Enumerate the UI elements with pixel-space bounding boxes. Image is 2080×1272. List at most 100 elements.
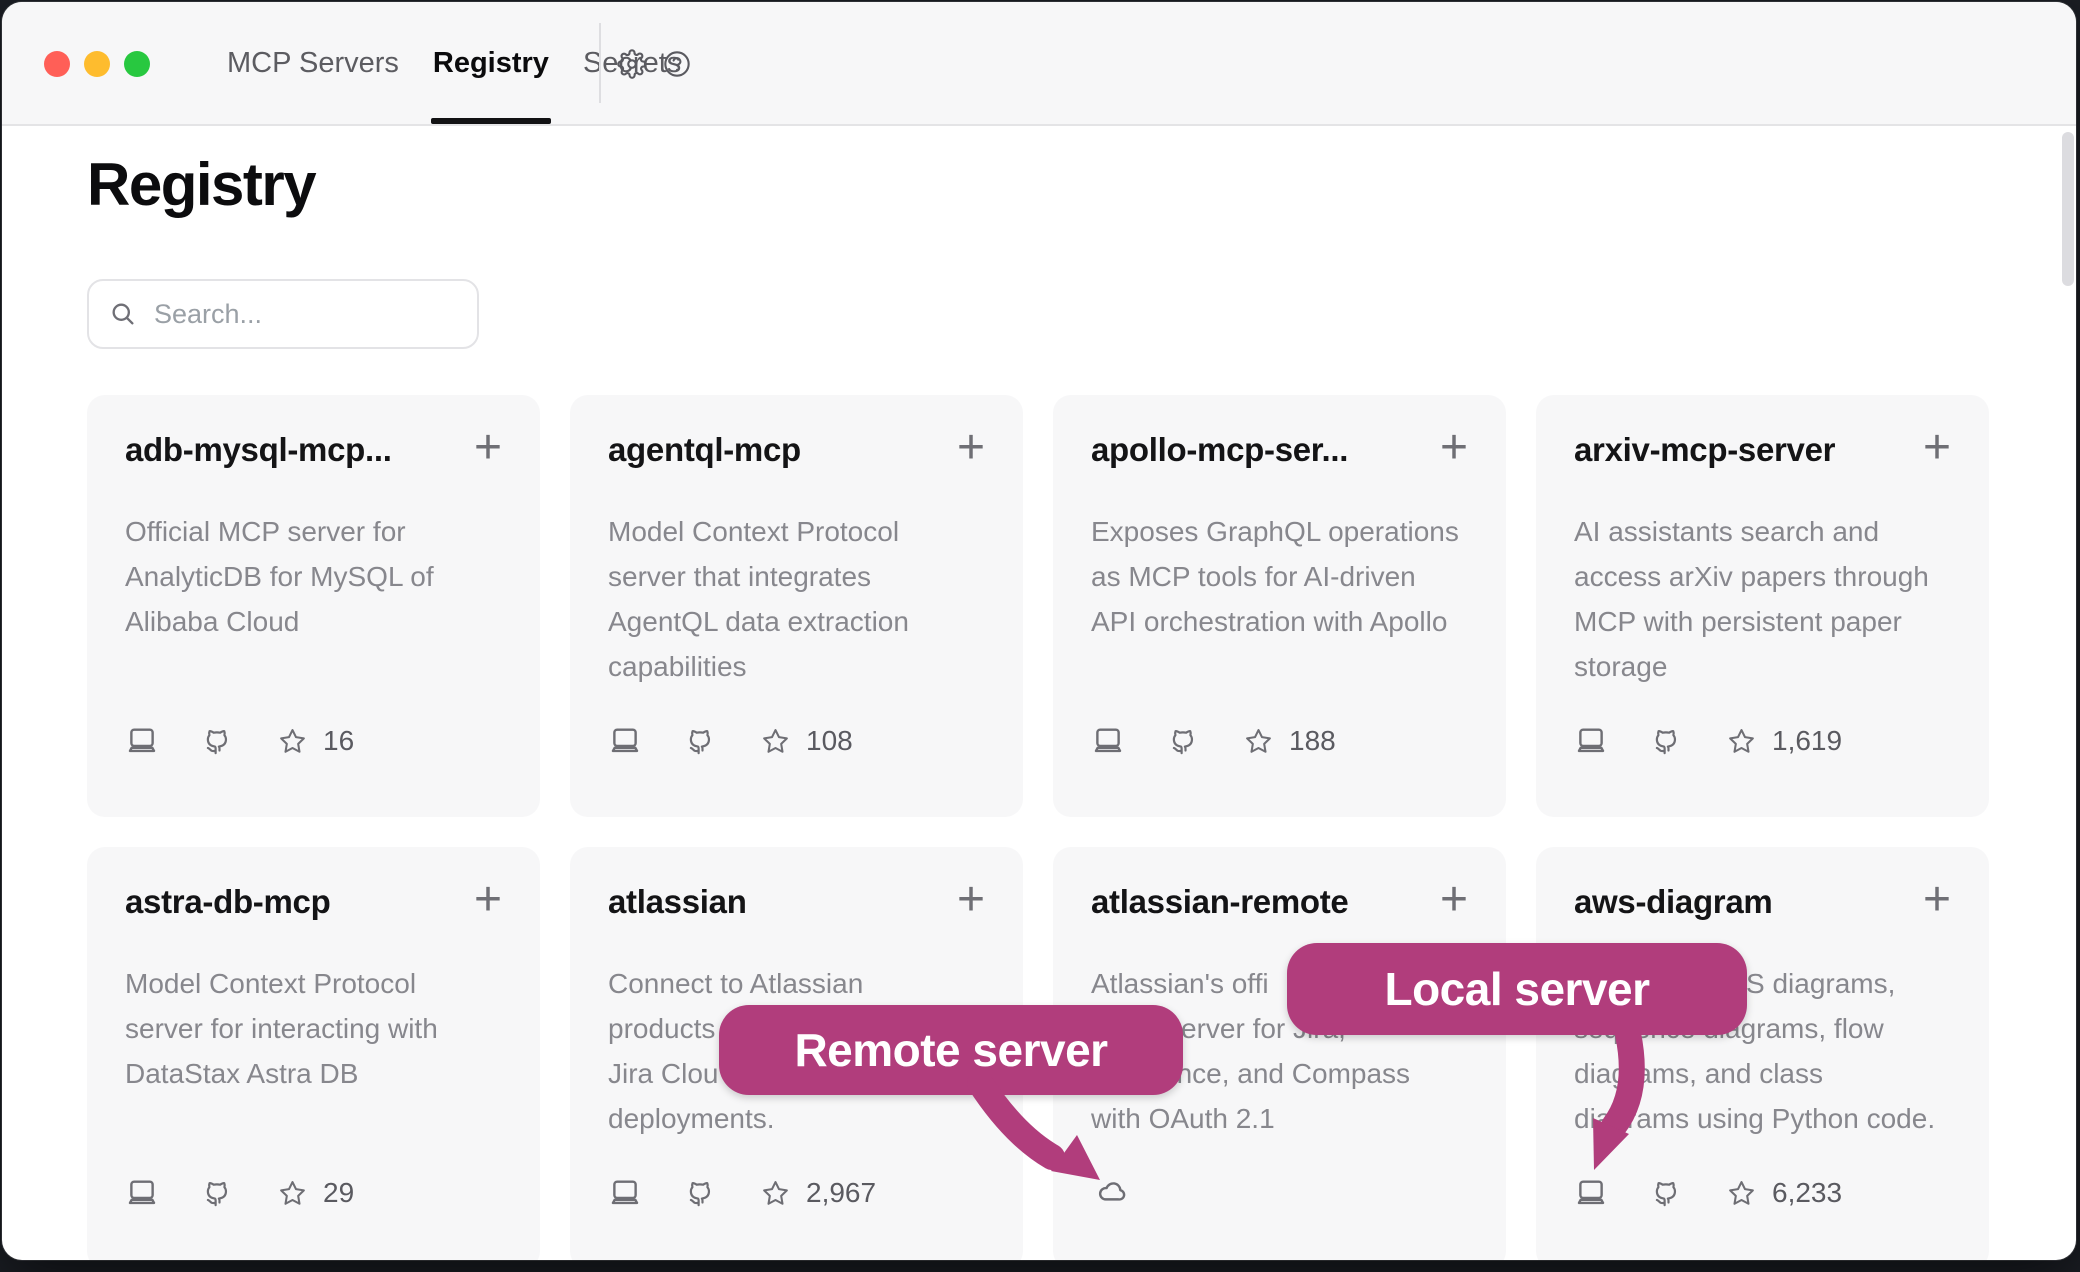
page-title: Registry [87,150,315,219]
star-icon [1727,1179,1756,1208]
laptop-icon [1574,724,1608,758]
github-icon [204,726,235,757]
server-name: agentql-mcp [608,431,801,469]
description-line: deployments. [608,1096,985,1141]
star-icon [278,1179,307,1208]
server-footer: 1,619 [1574,723,1951,759]
star-count: 2,967 [806,1177,876,1209]
star-icon [1244,727,1273,756]
server-footer: 108 [608,723,985,759]
help-circle-icon[interactable] [663,50,691,78]
star-icon [278,727,307,756]
add-server-button[interactable]: + [957,885,985,915]
settings-gear-icon[interactable] [617,49,647,79]
server-card: adb-mysql-mcp... + Official MCP server f… [87,395,540,817]
server-name: atlassian-remote [1091,883,1348,921]
close-button[interactable] [44,51,70,77]
server-description: Model Context Protocolserver for interac… [125,961,502,1096]
server-footer: 29 [125,1175,502,1211]
toolbar-divider [599,23,601,103]
server-name: arxiv-mcp-server [1574,431,1835,469]
description-line: API orchestration with Apollo [1091,599,1468,644]
laptop-icon [125,724,159,758]
tab-mcp-servers[interactable]: MCP Servers [227,2,399,124]
server-name: apollo-mcp-ser... [1091,431,1348,469]
description-line: AgentQL data extraction [608,599,985,644]
description-line: capabilities [608,644,985,689]
server-card: agentql-mcp + Model Context Protocolserv… [570,395,1023,817]
server-name: aws-diagram [1574,883,1772,921]
server-name: astra-db-mcp [125,883,330,921]
description-line: storage [1574,644,1951,689]
description-line: Model Context Protocol [125,961,502,1006]
server-description: Exposes GraphQL operationsas MCP tools f… [1091,509,1468,644]
description-line: server that integrates [608,554,985,599]
description-line: Model Context Protocol [608,509,985,554]
star-count: 29 [323,1177,354,1209]
server-card: apollo-mcp-ser... + Exposes GraphQL oper… [1053,395,1506,817]
add-server-button[interactable]: + [1923,433,1951,463]
server-footer: 2,967 [608,1175,985,1211]
add-server-button[interactable]: + [474,885,502,915]
server-name: atlassian [608,883,747,921]
server-footer [1091,1175,1468,1211]
titlebar: MCP Servers Registry Secrets [2,2,2076,126]
server-description: Official MCP server forAnalyticDB for My… [125,509,502,644]
description-line: server for interacting with [125,1006,502,1051]
star-icon [1727,727,1756,756]
description-line: Connect to Atlassian [608,961,985,1006]
app-window: MCP Servers Registry Secrets Registry [2,2,2076,1260]
add-server-button[interactable]: + [474,433,502,463]
server-name: adb-mysql-mcp... [125,431,392,469]
description-line: Alibaba Cloud [125,599,502,644]
server-footer: 6,233 [1574,1175,1951,1211]
zoom-button[interactable] [124,51,150,77]
search-input[interactable] [152,298,456,331]
github-icon [1653,726,1684,757]
add-server-button[interactable]: + [1440,885,1468,915]
description-line: as MCP tools for AI-driven [1091,554,1468,599]
laptop-icon [1574,1176,1608,1210]
local-server-callout: Local server [1287,943,1747,1035]
server-card: arxiv-mcp-server + AI assistants search … [1536,395,1989,817]
description-line: access arXiv papers through [1574,554,1951,599]
server-description: Model Context Protocolserver that integr… [608,509,985,689]
server-description: AI assistants search andaccess arXiv pap… [1574,509,1951,689]
add-server-button[interactable]: + [957,433,985,463]
tab-bar: MCP Servers Registry Secrets [227,2,681,124]
github-icon [687,726,718,757]
laptop-icon [608,724,642,758]
star-count: 108 [806,725,853,757]
description-line: AnalyticDB for MySQL of [125,554,502,599]
description-line: MCP with persistent paper [1574,599,1951,644]
tab-registry[interactable]: Registry [433,2,549,124]
github-icon [1170,726,1201,757]
scrollbar-thumb[interactable] [2062,132,2074,286]
traffic-lights [44,51,150,77]
description-line: with OAuth 2.1 [1091,1096,1468,1141]
github-icon [687,1178,718,1209]
local-server-arrow [1542,1030,1662,1180]
description-line: Exposes GraphQL operations [1091,509,1468,554]
star-count: 188 [1289,725,1336,757]
search-box [87,279,479,349]
star-icon [761,727,790,756]
server-footer: 16 [125,723,502,759]
server-footer: 188 [1091,723,1468,759]
description-line: DataStax Astra DB [125,1051,502,1096]
remote-server-arrow [952,1077,1122,1197]
laptop-icon [125,1176,159,1210]
server-card: astra-db-mcp + Model Context Protocolser… [87,847,540,1260]
laptop-icon [1091,724,1125,758]
star-count: 1,619 [1772,725,1842,757]
description-line: Official MCP server for [125,509,502,554]
add-server-button[interactable]: + [1923,885,1951,915]
minimize-button[interactable] [84,51,110,77]
laptop-icon [608,1176,642,1210]
add-server-button[interactable]: + [1440,433,1468,463]
github-icon [204,1178,235,1209]
description-line: AI assistants search and [1574,509,1951,554]
github-icon [1653,1178,1684,1209]
search-icon [109,300,137,328]
star-count: 16 [323,725,354,757]
